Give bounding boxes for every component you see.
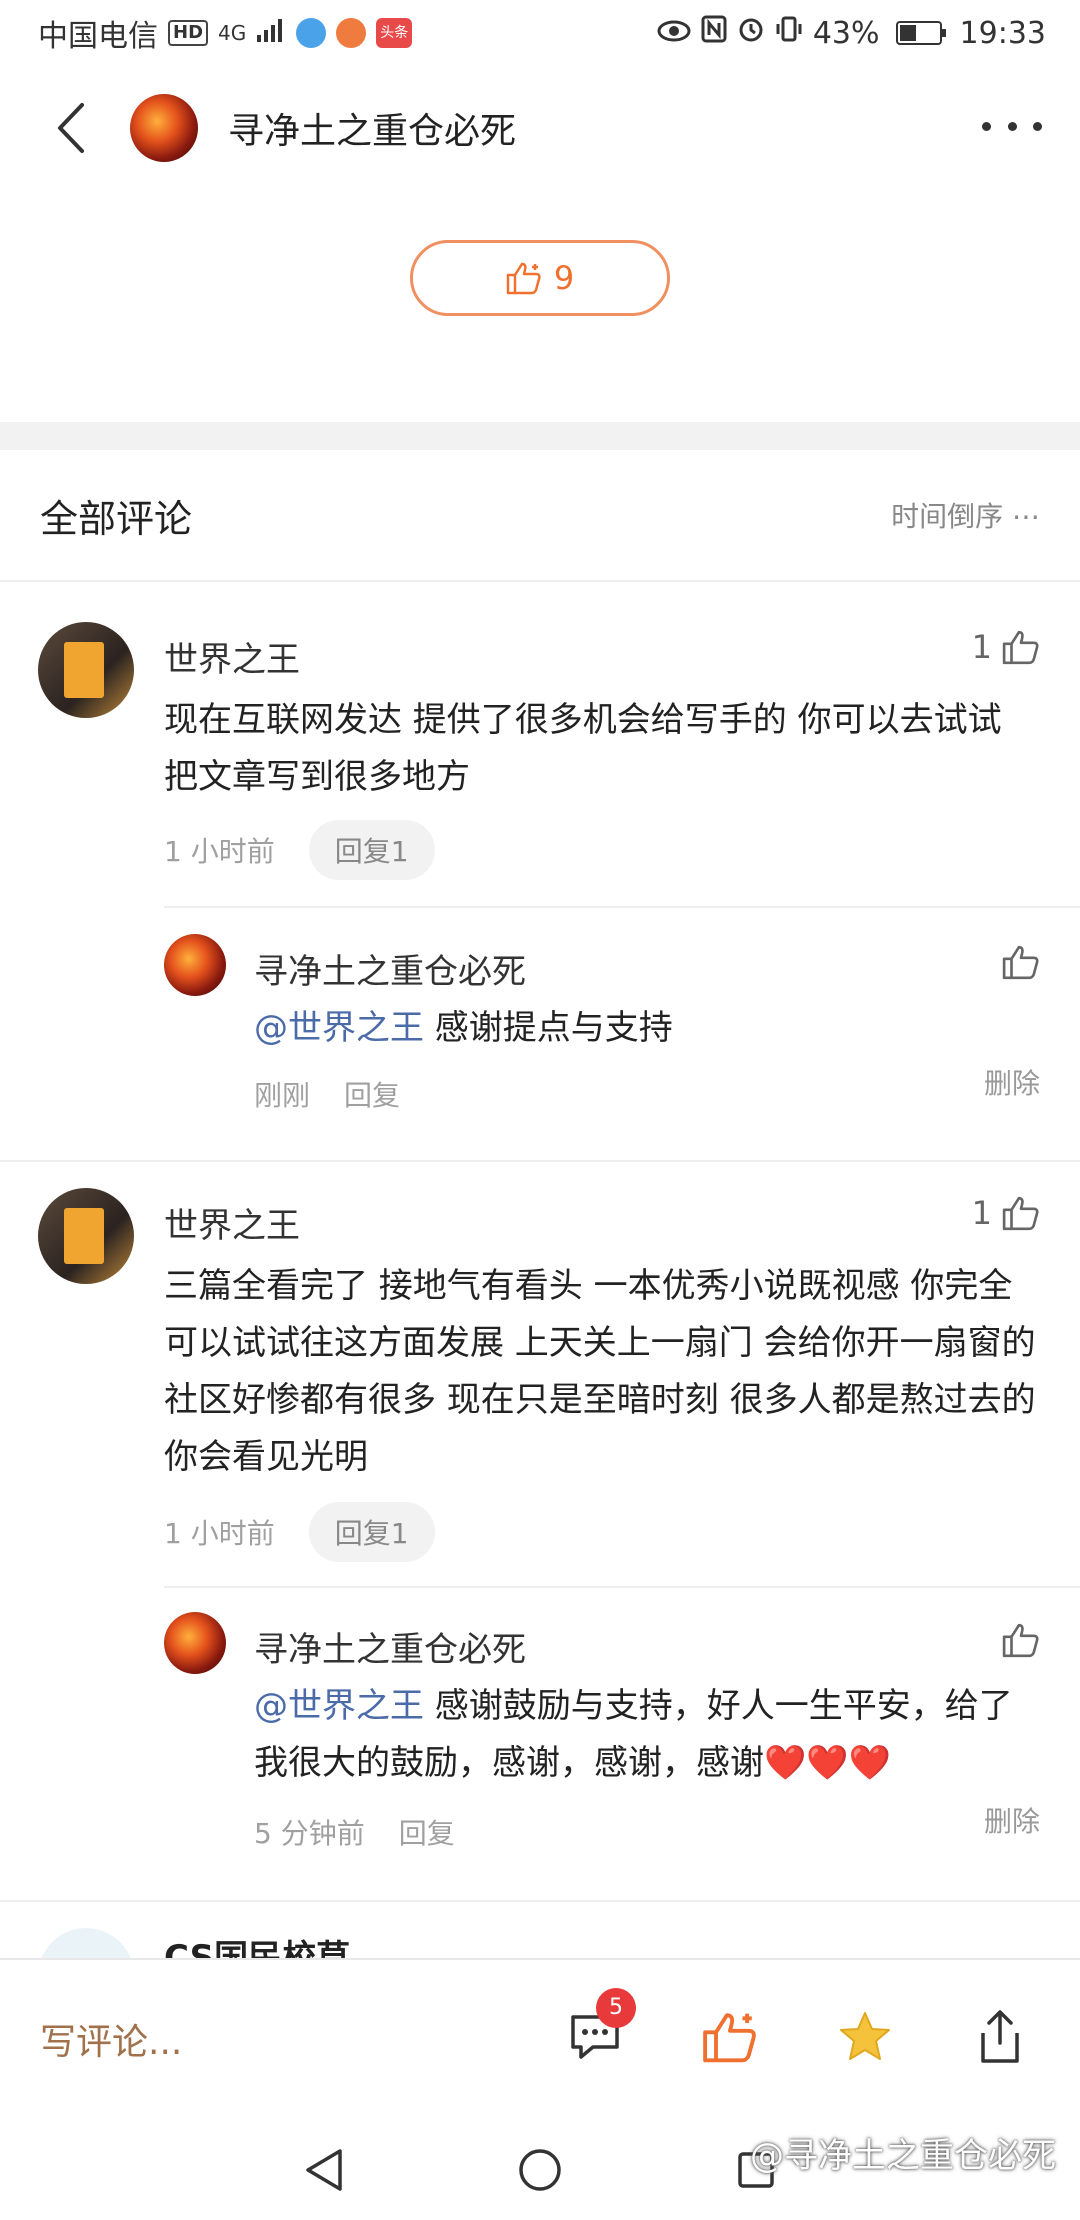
comment-meta: 1 小时前 回复1: [164, 1502, 435, 1562]
comment-like-button[interactable]: 1: [972, 1194, 1040, 1232]
eye-icon: [657, 16, 691, 51]
header: 寻净土之重仓必死: [0, 66, 1080, 190]
news-app-icon: 头条: [376, 18, 413, 48]
like-action-button[interactable]: [695, 2002, 765, 2072]
comment-count-badge: 5: [596, 1988, 636, 2028]
delete-button[interactable]: 删除: [984, 1800, 1040, 1840]
reply-meta: 刚刚 回复: [254, 1074, 400, 1114]
reply-button[interactable]: 回复: [399, 1812, 455, 1852]
thumbs-up-icon: [703, 2013, 756, 2063]
more-dot-icon: [1007, 121, 1017, 131]
like-button[interactable]: 9: [410, 240, 670, 316]
reply-count-button[interactable]: 回复1: [308, 1502, 435, 1562]
reply-author[interactable]: 寻净土之重仓必死: [254, 944, 526, 993]
comment-item: 世界之王 1 现在互联网发达 提供了很多机会给写手的 你可以去试试 把文章写到很…: [0, 582, 1080, 1160]
more-options-button[interactable]: [982, 106, 1042, 146]
nfc-icon: [701, 15, 727, 51]
chevron-left-icon: [58, 103, 84, 153]
comment-divider: [0, 1900, 1080, 1902]
comments-header: 全部评论 时间倒序 ⋯: [0, 450, 1080, 582]
thumbs-up-icon: [1002, 945, 1039, 980]
delete-button[interactable]: 删除: [984, 1062, 1040, 1102]
reply-time: 5 分钟前: [254, 1817, 365, 1850]
comment-like-count: 1: [971, 628, 992, 666]
comments-button[interactable]: 5: [560, 1988, 636, 2072]
comment-item: 世界之王 1 三篇全看完了 接地气有看头 一本优秀小说既视感 你完全可以试试往这…: [0, 1162, 1080, 1900]
reply-button[interactable]: 回复: [344, 1074, 400, 1114]
signal-icon: [256, 16, 286, 51]
app-notification-icon: [296, 18, 327, 48]
hd-badge: HD: [168, 20, 209, 46]
commenter-name[interactable]: 世界之王: [164, 1198, 300, 1247]
status-left: 中国电信 HD 4G 头条: [38, 11, 413, 55]
thumbs-up-icon: [1002, 1196, 1039, 1231]
reply-count-button[interactable]: 回复1: [308, 820, 435, 880]
reply-time: 刚刚: [254, 1079, 311, 1112]
back-button[interactable]: [36, 93, 106, 163]
star-icon: [840, 2012, 890, 2060]
thumbs-up-icon: [1002, 1623, 1039, 1658]
status-bar: 中国电信 HD 4G 头条 43% 19:33: [0, 0, 1080, 66]
reply-text: @世界之王 感谢鼓励与支持，好人一生平安，给了我很大的鼓励，感谢，感谢，感谢❤️…: [254, 1678, 1044, 1792]
reply-meta: 5 分钟前 回复: [254, 1812, 455, 1852]
section-divider: [0, 422, 1080, 450]
favorite-button[interactable]: [830, 2002, 900, 2072]
sort-toggle[interactable]: 时间倒序 ⋯: [891, 495, 1040, 535]
commenter-name[interactable]: 世界之王: [164, 632, 300, 681]
author-avatar[interactable]: [130, 94, 198, 162]
comment-meta: 1 小时前 回复1: [164, 820, 435, 880]
thumbs-up-icon: [506, 262, 541, 295]
comment-time: 1 小时前: [164, 1517, 275, 1550]
status-right: 43% 19:33: [657, 15, 1046, 51]
mention-link[interactable]: @世界之王: [254, 1008, 424, 1048]
nav-back-button[interactable]: [294, 2140, 354, 2200]
reply-body: 感谢提点与支持: [424, 1008, 673, 1048]
alarm-icon: [737, 15, 765, 51]
like-count: 9: [553, 259, 575, 297]
write-comment-input[interactable]: 写评论...: [40, 2013, 182, 2065]
share-icon: [981, 2010, 1019, 2063]
bottom-action-bar: 写评论... 5: [0, 1958, 1080, 2118]
comment-text: 三篇全看完了 接地气有看头 一本优秀小说既视感 你完全可以试试往这方面发展 上天…: [164, 1266, 1036, 1477]
commenter-avatar[interactable]: [38, 622, 134, 718]
share-button[interactable]: [965, 2002, 1035, 2072]
nav-home-button[interactable]: [510, 2140, 570, 2200]
reply-text: @世界之王 感谢提点与支持: [254, 1000, 1044, 1057]
vibrate-icon: [775, 15, 803, 51]
telegram-icon: [336, 18, 367, 48]
more-dot-icon: [982, 121, 991, 131]
reply-avatar[interactable]: [164, 934, 226, 996]
comment-time: 1 小时前: [164, 835, 275, 868]
clock: 19:33: [959, 15, 1046, 51]
battery-icon: [895, 21, 946, 45]
thumbs-up-icon: [1002, 630, 1039, 665]
watermark: @寻净土之重仓必死: [750, 2136, 1056, 2176]
page-title[interactable]: 寻净土之重仓必死: [228, 102, 516, 154]
reply-like-button[interactable]: [1002, 944, 1040, 984]
more-dot-icon: [1033, 121, 1042, 131]
commenter-avatar[interactable]: [38, 1188, 134, 1284]
circle-home-icon: [519, 2149, 561, 2191]
mention-link[interactable]: @世界之王: [254, 1686, 424, 1726]
reply-like-button[interactable]: [1002, 1622, 1040, 1662]
triangle-back-icon: [306, 2149, 342, 2191]
carrier-label: 中国电信: [38, 19, 158, 54]
battery-percent: 43%: [812, 15, 880, 51]
reply-avatar[interactable]: [164, 1612, 226, 1674]
reply-item: 寻净土之重仓必死 @世界之王 感谢鼓励与支持，好人一生平安，给了我很大的鼓励，感…: [164, 1586, 1080, 1900]
reply-item: 寻净土之重仓必死 @世界之王 感谢提点与支持 刚刚 回复 删除: [164, 906, 1080, 1160]
network-label: 4G: [218, 21, 247, 45]
comment-like-count: 1: [971, 1194, 992, 1232]
comments-title: 全部评论: [40, 496, 193, 541]
comment-text: 现在互联网发达 提供了很多机会给写手的 你可以去试试 把文章写到很多地方: [164, 700, 1002, 797]
reply-author[interactable]: 寻净土之重仓必死: [254, 1622, 526, 1671]
comment-like-button[interactable]: 1: [972, 628, 1040, 666]
